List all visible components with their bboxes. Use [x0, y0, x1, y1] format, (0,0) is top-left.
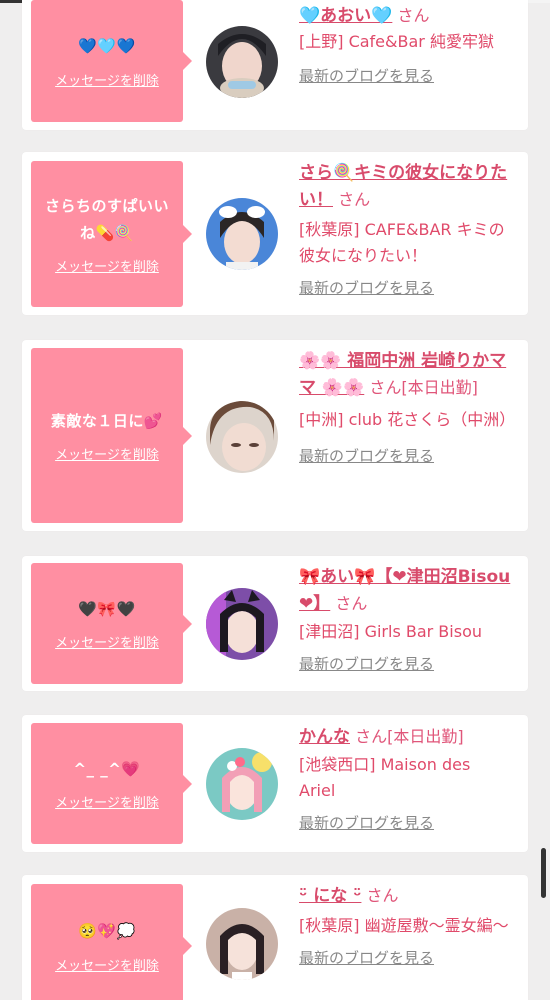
latest-blog-link[interactable]: 最新のブログを見る: [299, 653, 434, 674]
sender-info: かんな さん[本日出勤] [池袋西口] Maison des Ariel 最新の…: [299, 723, 511, 833]
sender-name-link[interactable]: 🩵あおい🩵: [299, 6, 392, 26]
honorific: さん: [338, 190, 371, 209]
message-text: 🥺💖💭: [78, 922, 136, 941]
avatar[interactable]: [206, 908, 278, 980]
honorific: さん: [366, 886, 399, 905]
delete-message-link[interactable]: メッセージを削除: [55, 632, 159, 651]
delete-message-link[interactable]: メッセージを削除: [55, 256, 159, 275]
sender-info: 🌸🌸 福岡中洲 岩崎りかママ 🌸🌸 さん[本日出勤] [中洲] club 花さく…: [299, 348, 516, 466]
latest-blog-link[interactable]: 最新のブログを見る: [299, 445, 434, 466]
message-bubble: 💙🩵💙 メッセージを削除: [31, 0, 192, 122]
message-text: ^_ _^💗: [73, 759, 141, 778]
latest-blog-link[interactable]: 最新のブログを見る: [299, 277, 434, 298]
avatar-photo-icon: [206, 748, 278, 820]
honorific: さん: [397, 6, 430, 25]
list-item: ^_ _^💗 メッセージを削除 かんな さん[本日出勤] [池袋西口] Mais…: [22, 715, 528, 852]
avatar[interactable]: [206, 198, 278, 270]
sender-name-link[interactable]: 🎀あい🎀【❤津田沼Bisou❤】: [299, 567, 510, 614]
sender-info: ᵕ̈ にな ᵕ̈ さん [秋葉原] 幽遊屋敷〜霊女編〜 最新のブログを見る: [299, 882, 511, 968]
avatar-photo-icon: [206, 908, 278, 980]
delete-message-link[interactable]: メッセージを削除: [55, 70, 159, 89]
delete-message-link[interactable]: メッセージを削除: [55, 444, 159, 463]
message-text: さらちのすぱいいね💊🍭: [44, 197, 169, 242]
message-text: 💙🩵💙: [78, 37, 136, 56]
avatar[interactable]: [206, 588, 278, 660]
sender-info: 🎀あい🎀【❤津田沼Bisou❤】 さん [津田沼] Girls Bar Biso…: [299, 564, 511, 674]
list-item: 💙🩵💙 メッセージを削除 🩵あおい🩵 さん [上野] Cafe&Bar 純愛牢獄…: [22, 0, 528, 130]
honorific: さん[本日出勤]: [369, 378, 478, 397]
avatar-photo-icon: [206, 588, 278, 660]
avatar-photo-icon: [206, 401, 278, 473]
scrollbar-thumb[interactable]: [541, 848, 546, 898]
list-item: 🖤🎀🖤 メッセージを削除 🎀あい🎀【❤津田沼Bisou❤】 さん [津田沼] G…: [22, 556, 528, 691]
shop-info: [池袋西口] Maison des Ariel: [299, 755, 471, 800]
message-bubble: 🖤🎀🖤 メッセージを削除: [31, 563, 192, 684]
shop-info: [秋葉原] CAFE&BAR キミの彼女になりたい！: [299, 220, 505, 265]
message-bubble: 🥺💖💭 メッセージを削除: [31, 884, 192, 1000]
sender-name-link[interactable]: さら🍭キミの彼女になりたい！: [299, 163, 507, 210]
sender-info: 🩵あおい🩵 さん [上野] Cafe&Bar 純愛牢獄 最新のブログを見る: [299, 2, 511, 86]
list-item: 素敵な１日に💕 メッセージを削除 🌸🌸 福岡中洲 岩崎りかママ 🌸🌸 さん[本日…: [22, 340, 528, 531]
sender-name-link[interactable]: かんな: [299, 727, 350, 747]
shop-info: [上野] Cafe&Bar 純愛牢獄: [299, 32, 494, 51]
honorific: さん[本日出勤]: [355, 727, 464, 746]
shop-info: [津田沼] Girls Bar Bisou: [299, 622, 482, 641]
shop-info: [秋葉原] 幽遊屋敷〜霊女編〜: [299, 916, 509, 935]
shop-info: [中洲] club 花さくら（中洲）: [299, 410, 516, 429]
message-list-viewport[interactable]: 💙🩵💙 メッセージを削除 🩵あおい🩵 さん [上野] Cafe&Bar 純愛牢獄…: [0, 0, 550, 1000]
message-bubble: 素敵な１日に💕 メッセージを削除: [31, 348, 192, 523]
sender-info: さら🍭キミの彼女になりたい！ さん [秋葉原] CAFE&BAR キミの彼女にな…: [299, 160, 511, 298]
list-item: さらちのすぱいいね💊🍭 メッセージを削除 さら🍭キミの彼女になりたい！ さん […: [22, 152, 528, 315]
delete-message-link[interactable]: メッセージを削除: [55, 792, 159, 811]
delete-message-link[interactable]: メッセージを削除: [55, 955, 159, 974]
latest-blog-link[interactable]: 最新のブログを見る: [299, 947, 434, 968]
avatar[interactable]: [206, 401, 278, 473]
avatar-photo-icon: [206, 26, 278, 98]
avatar-photo-icon: [206, 198, 278, 270]
avatar[interactable]: [206, 748, 278, 820]
latest-blog-link[interactable]: 最新のブログを見る: [299, 812, 434, 833]
list-item: 🥺💖💭 メッセージを削除 ᵕ̈ にな ᵕ̈ さん [秋葉原] 幽遊屋敷〜霊女編〜…: [22, 875, 528, 1000]
honorific: さん: [335, 594, 368, 613]
message-bubble: さらちのすぱいいね💊🍭 メッセージを削除: [31, 161, 192, 307]
message-text: 🖤🎀🖤: [78, 599, 136, 618]
avatar[interactable]: [206, 26, 278, 98]
message-text: 素敵な１日に💕: [50, 411, 164, 430]
sender-name-link[interactable]: ᵕ̈ にな ᵕ̈: [299, 886, 361, 906]
message-bubble: ^_ _^💗 メッセージを削除: [31, 723, 192, 844]
latest-blog-link[interactable]: 最新のブログを見る: [299, 65, 434, 86]
